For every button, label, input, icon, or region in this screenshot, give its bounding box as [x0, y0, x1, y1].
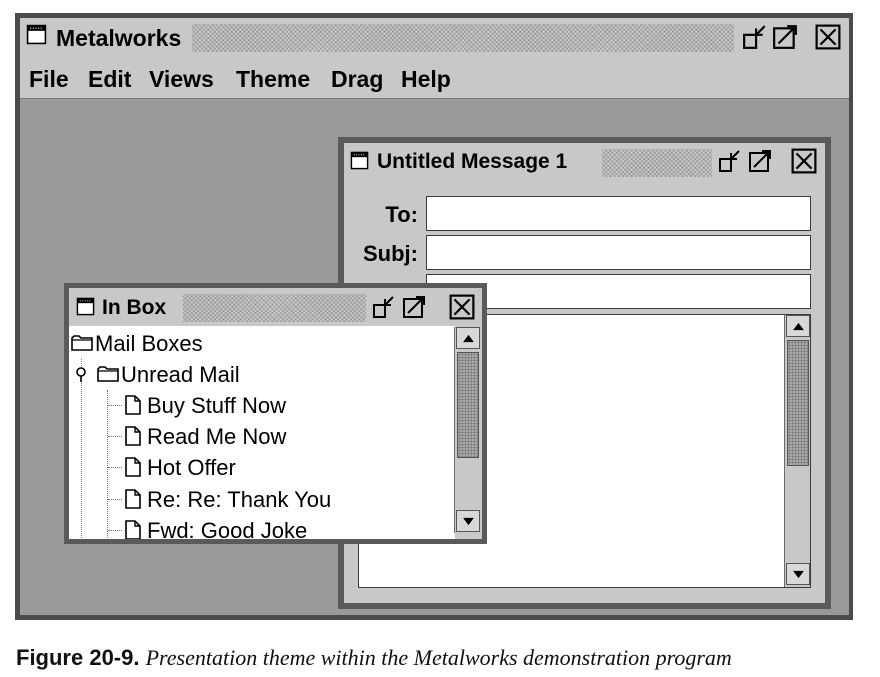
to-label: To:	[385, 202, 418, 227]
maximize-icon[interactable]	[772, 24, 798, 50]
close-icon[interactable]	[815, 24, 841, 50]
inbox-window: In Box Mail Boxes Unread Mail Buy Stuff …	[64, 283, 487, 544]
subj-label: Subj:	[363, 241, 418, 266]
tree-row-root[interactable]: Mail Boxes	[69, 330, 449, 356]
inbox-titlebar[interactable]: In Box	[69, 288, 482, 326]
scroll-thumb[interactable]	[457, 352, 479, 458]
tree-row-item[interactable]: Hot Offer	[69, 454, 449, 480]
window-icon[interactable]	[350, 151, 369, 170]
tree-label: Unread Mail	[121, 362, 240, 387]
scroll-up-button[interactable]	[456, 327, 480, 349]
tree-row-item[interactable]: Read Me Now	[69, 423, 449, 449]
scroll-down-button[interactable]	[786, 563, 810, 585]
expand-handle-icon[interactable]	[75, 367, 87, 383]
close-icon[interactable]	[791, 148, 817, 174]
close-icon[interactable]	[449, 294, 475, 320]
tree-label: Re: Re: Thank You	[147, 487, 332, 512]
maximize-icon[interactable]	[402, 295, 426, 319]
minimize-icon[interactable]	[742, 24, 768, 50]
figure-caption: Figure 20-9. Presentation theme within t…	[16, 645, 732, 671]
minimize-icon[interactable]	[718, 149, 742, 173]
subject-field[interactable]	[426, 235, 811, 270]
message-window-title: Untitled Message 1	[377, 150, 568, 173]
message-scrollbar[interactable]	[784, 315, 810, 587]
main-titlebar[interactable]: Metalworks	[20, 18, 849, 60]
document-icon	[125, 395, 141, 415]
titlebar-grip	[602, 149, 712, 177]
folder-icon	[97, 365, 119, 383]
menu-drag[interactable]: Drag	[331, 66, 383, 93]
main-window-title: Metalworks	[56, 25, 182, 51]
menu-help[interactable]: Help	[401, 66, 451, 93]
folder-icon	[71, 334, 93, 352]
menu-file[interactable]: File	[29, 66, 69, 93]
arrow-down-icon	[462, 517, 475, 526]
menu-theme[interactable]: Theme	[236, 66, 310, 93]
arrow-up-icon	[462, 334, 475, 343]
tree-line	[108, 530, 122, 531]
tree-label: Hot Offer	[147, 455, 236, 480]
tree-label: Read Me Now	[147, 424, 287, 449]
tree-row-item[interactable]: Re: Re: Thank You	[69, 486, 449, 512]
tree-label: Mail Boxes	[95, 331, 203, 356]
scroll-up-button[interactable]	[786, 315, 810, 337]
arrow-down-icon	[792, 570, 805, 579]
document-icon	[125, 457, 141, 477]
document-icon	[125, 426, 141, 446]
tree-label: Fwd: Good Joke	[147, 518, 308, 539]
tree-line	[108, 405, 122, 406]
document-icon	[125, 489, 141, 509]
tree-row-item[interactable]: Fwd: Good Joke	[69, 517, 449, 539]
titlebar-grip	[183, 294, 366, 322]
minimize-icon[interactable]	[372, 295, 396, 319]
tree-line	[108, 499, 122, 500]
tree-row-item[interactable]: Buy Stuff Now	[69, 392, 449, 418]
titlebar-grip	[192, 24, 734, 52]
tree-row-folder[interactable]: Unread Mail	[69, 361, 449, 387]
scroll-thumb[interactable]	[787, 340, 809, 466]
window-icon[interactable]	[26, 24, 47, 45]
scroll-down-button[interactable]	[456, 510, 480, 532]
menu-edit[interactable]: Edit	[88, 66, 131, 93]
to-field[interactable]	[426, 196, 811, 231]
window-icon[interactable]	[76, 297, 95, 316]
arrow-up-icon	[792, 322, 805, 331]
menu-views[interactable]: Views	[149, 66, 214, 93]
mail-tree: Mail Boxes Unread Mail Buy Stuff Now Rea…	[69, 326, 455, 539]
tree-line	[108, 436, 122, 437]
maximize-icon[interactable]	[748, 149, 772, 173]
figure-number: Figure 20-9.	[16, 645, 140, 670]
document-icon	[125, 520, 141, 539]
inbox-scrollbar[interactable]	[454, 327, 480, 533]
inbox-window-title: In Box	[102, 296, 167, 319]
tree-label: Buy Stuff Now	[147, 393, 286, 418]
tree-line	[108, 467, 122, 468]
message-titlebar[interactable]: Untitled Message 1	[344, 143, 825, 181]
menu-bar: File Edit Views Theme Drag Help	[20, 60, 849, 99]
figure-description: Presentation theme within the Metalworks…	[145, 645, 732, 670]
